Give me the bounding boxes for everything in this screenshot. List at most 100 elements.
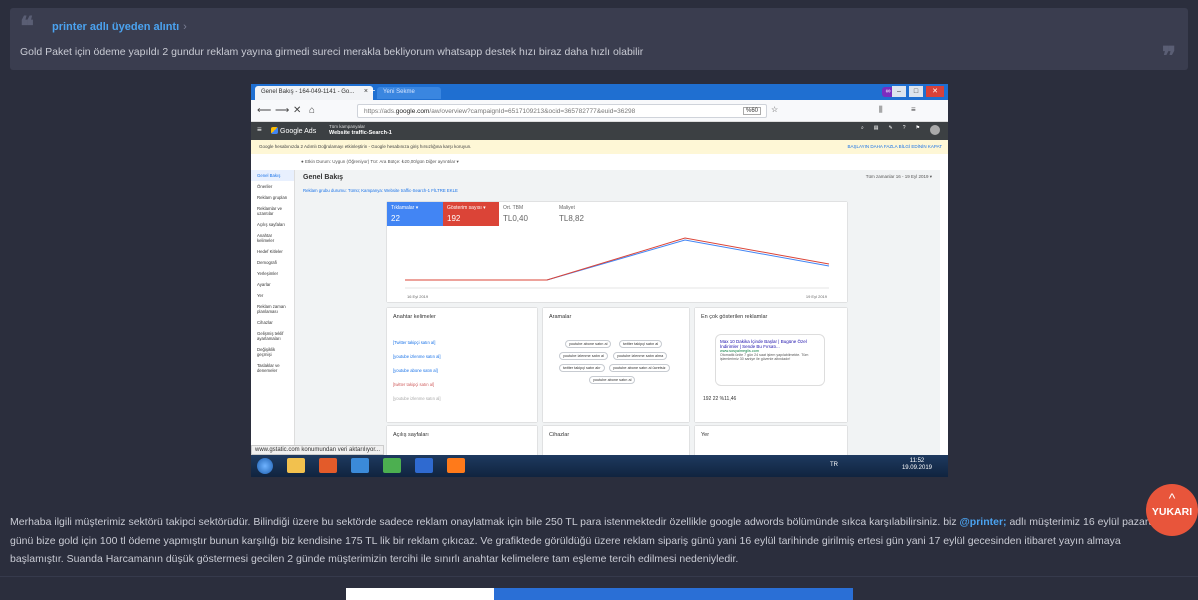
sidebar-item[interactable]: Demografi <box>251 257 294 268</box>
notice-actions[interactable]: BAŞLAYIN DAHA FAZLA BİLGİ EDİNİN KAPAT <box>847 144 942 149</box>
browser-tab-new[interactable]: Yeni Sekme <box>377 87 441 99</box>
keyword-row[interactable]: [youtube izlenme satın al] <box>393 396 441 401</box>
metric-value: 22 <box>391 214 400 223</box>
metric-avg-cpc[interactable]: Ort. TBM TL0,40 <box>499 202 555 226</box>
taskbar-clock[interactable]: 11:52 19.09.2019 <box>902 458 932 472</box>
minimize-icon[interactable]: – <box>892 86 906 97</box>
location-title: Yer <box>701 432 710 438</box>
sidebar-item[interactable]: Reklamlar ve uzantılar <box>251 203 294 219</box>
clock-date: 19.09.2019 <box>901 465 932 471</box>
reports-icon[interactable]: ▤ <box>874 125 879 135</box>
sidebar-item[interactable]: Açılış sayfaları <box>251 219 294 230</box>
search-term-pill[interactable]: youtube izlenme satın alma <box>613 352 668 360</box>
landing-pages-title: Açılış sayfaları <box>393 432 429 438</box>
maximize-icon[interactable]: □ <box>909 86 923 97</box>
stop-icon[interactable]: ✕ <box>293 105 301 116</box>
impressions-line <box>405 237 830 281</box>
metric-impressions[interactable]: Gösterim sayısı ▾ 192 <box>443 202 499 226</box>
help-icon[interactable]: ? <box>903 125 906 135</box>
keyword-row[interactable]: [youtube abone satın al] <box>393 368 438 373</box>
ads-content: Genel Bakış Tüm zamanlar 16 - 19 Eyl 201… <box>295 170 940 466</box>
forward-icon[interactable]: ⟶ <box>275 105 289 116</box>
date-range-selector[interactable]: Tüm zamanlar 16 - 19 Eyl 2019 ▾ <box>866 174 932 180</box>
window-close-icon[interactable]: ✕ <box>926 86 944 97</box>
sidebar-item[interactable]: Cihazlar <box>251 317 294 328</box>
search-term-pill[interactable]: youtube abone satın al <box>565 340 612 348</box>
hamburger-menu-icon[interactable]: ≡ <box>911 105 916 114</box>
scroll-to-top-button[interactable]: ^ YUKARI <box>1146 484 1198 536</box>
sidebar-item[interactable]: Ayarlar <box>251 279 294 290</box>
library-icon[interactable]: ⫼ <box>879 105 883 115</box>
chart-x-start: 16 Eyl 2019 <box>407 294 429 299</box>
back-icon[interactable]: ⟵ <box>257 105 271 116</box>
sidebar-item[interactable]: Taslaklar ve denemeler <box>251 360 294 376</box>
tools-icon[interactable]: ✎ <box>889 125 893 135</box>
metric-clicks[interactable]: Tıklamalar ▾ 22 <box>387 202 443 226</box>
metric-label: Tıklamalar ▾ <box>391 205 419 211</box>
campaign-selector[interactable]: Tüm kampanyalar Website traffic-Search-1 <box>329 124 392 136</box>
avatar[interactable] <box>930 125 940 135</box>
search-term-pill[interactable]: twitter takipçi satın alır <box>559 364 605 372</box>
sidebar-item[interactable]: Anahtar kelimeler <box>251 230 294 246</box>
internet-explorer-icon[interactable] <box>415 458 433 473</box>
quote-author-link[interactable]: printer adlı üyeden alıntı › <box>52 21 187 33</box>
mention-link[interactable]: @printer; <box>960 516 1007 528</box>
menu-icon[interactable]: ≡ <box>257 125 262 134</box>
photos-icon[interactable] <box>351 458 369 473</box>
chrome-icon[interactable] <box>383 458 401 473</box>
sidebar-item[interactable]: Hedef Kitleler <box>251 246 294 257</box>
sidebar-item-overview[interactable]: Genel Bakış <box>251 170 294 181</box>
sidebar-item[interactable]: Gelişmiş teklif ayarlamaları <box>251 328 294 344</box>
address-bar[interactable]: https://ads.google.com/aw/overview?campa… <box>357 104 767 118</box>
quote-author-name[interactable]: printer adlı üyeden alıntı <box>52 21 179 33</box>
next-attached-image[interactable] <box>346 588 853 600</box>
media-player-icon[interactable] <box>319 458 337 473</box>
metric-value: TL8,82 <box>559 214 584 223</box>
keyword-row[interactable]: [Twitter takipçi satın al] <box>393 340 435 345</box>
firefox-icon[interactable] <box>447 458 465 473</box>
tab-title: Genel Bakış - 164-049-1141 - Go... <box>261 89 355 95</box>
url-rest: /aw/overview?campaignId=6517109213&ocid=… <box>429 108 636 115</box>
keyword-row[interactable]: [youtube izlenme satın al] <box>393 354 441 359</box>
close-tab-icon[interactable]: × <box>364 88 368 95</box>
metric-cost[interactable]: Maliyet TL8,82 <box>555 202 611 226</box>
metric-value: TL0,40 <box>503 214 528 223</box>
sidebar-item[interactable]: Reklam zaman planlaması <box>251 301 294 317</box>
google-ads-logo[interactable]: Google Ads <box>271 127 316 135</box>
keyword-row[interactable]: [twitter takipçi satın al] <box>393 382 434 387</box>
start-button[interactable] <box>257 458 273 474</box>
performance-line-chart <box>405 237 830 289</box>
new-tab-icon[interactable]: + <box>369 85 375 97</box>
metric-value: 192 <box>447 214 461 223</box>
top-ads-title: En çok gösterilen reklamlar <box>701 314 768 320</box>
sidebar-item[interactable]: Reklam grupları <box>251 192 294 203</box>
search-icon[interactable]: ⌕ <box>861 125 864 135</box>
notification-icon[interactable]: ⚑ <box>916 125 920 135</box>
browser-tab-bar: Genel Bakış - 164-049-1141 - Go... × + Ye… <box>251 84 948 100</box>
ad-preview[interactable]: Max 10 Dakika İçinde Başlar | Bugüne Öze… <box>715 334 825 386</box>
sidebar-item[interactable]: Yer <box>251 290 294 301</box>
divider <box>0 576 1198 577</box>
sidebar-item[interactable]: Değişiklik geçmişi <box>251 344 294 360</box>
chevron-right-icon[interactable]: › <box>183 21 187 33</box>
search-term-pill[interactable]: youtube abone satın al ücretsiz <box>609 364 670 372</box>
bookmark-star-icon[interactable]: ☆ <box>771 105 778 114</box>
google-ads-header: ≡ Google Ads Tüm kampanyalar Website traf… <box>251 122 948 140</box>
search-term-pill[interactable]: twitter takipçi satın al <box>619 340 663 348</box>
sidebar-item[interactable]: Öneriler <box>251 181 294 192</box>
filter-breadcrumb[interactable]: Reklam grubu durumu: Tümü; Kampanya: Web… <box>303 188 458 193</box>
clock-time: 11:52 <box>909 458 925 464</box>
header-tools: ⌕ ▤ ✎ ? ⚑ <box>861 125 940 135</box>
zoom-level[interactable]: %60 <box>743 107 762 115</box>
language-indicator[interactable]: TR <box>830 462 838 468</box>
notice-text: Google hesabınızda 2 Adımlı Doğrulamayı … <box>259 144 472 149</box>
top-ads-card: En çok gösterilen reklamlar Max 10 Dakik… <box>695 308 847 422</box>
search-term-pill[interactable]: youtube izlenme satın al <box>559 352 608 360</box>
search-term-pill[interactable]: youtube abone satın al <box>589 376 636 384</box>
explorer-icon[interactable] <box>287 458 305 473</box>
sidebar-item[interactable]: Yerleşimler <box>251 268 294 279</box>
quote-block: ❝ printer adlı üyeden alıntı › Gold Paket… <box>10 8 1188 70</box>
attached-screenshot[interactable]: Genel Bakış - 164-049-1141 - Go... × + Ye… <box>251 84 948 477</box>
browser-tab-active[interactable]: Genel Bakış - 164-049-1141 - Go... × <box>255 86 373 100</box>
home-icon[interactable]: ⌂ <box>309 105 315 116</box>
